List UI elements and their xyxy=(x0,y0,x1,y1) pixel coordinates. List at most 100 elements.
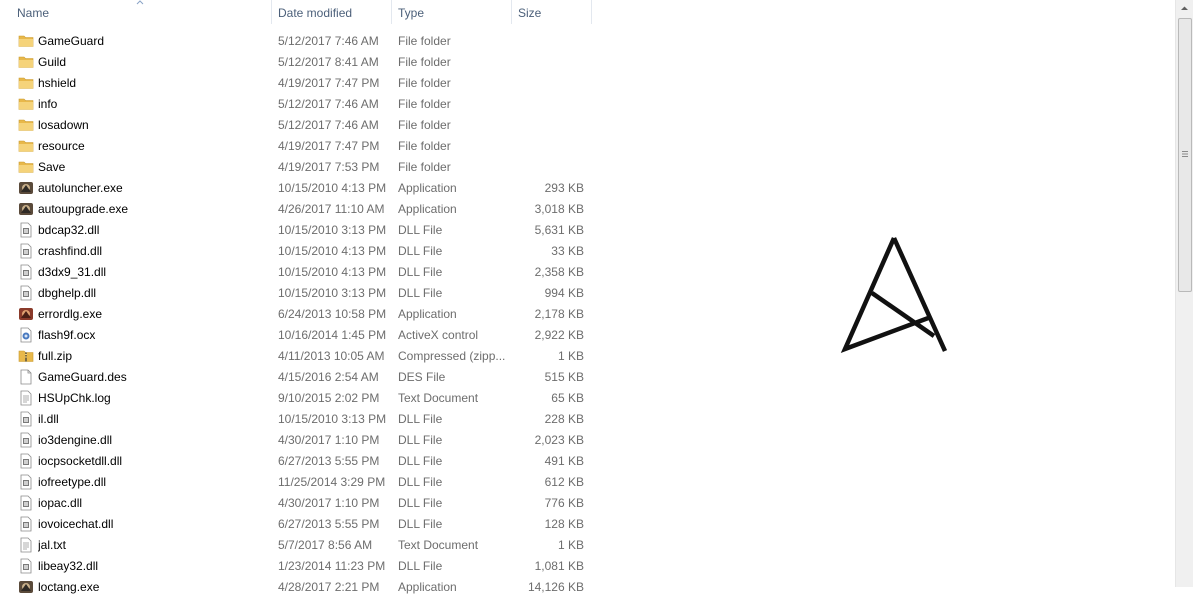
file-date-modified: 5/7/2017 8:56 AM xyxy=(278,538,373,552)
file-size: 3,018 KB xyxy=(534,202,584,216)
file-name: Save xyxy=(38,160,66,174)
file-date-modified: 10/15/2010 4:13 PM xyxy=(278,265,387,279)
file-row[interactable]: Guild 5/12/2017 8:41 AM File folder xyxy=(0,52,1175,73)
file-size xyxy=(514,73,584,94)
file-row[interactable]: iofreetype.dll 11/25/2014 3:29 PM DLL File… xyxy=(0,472,1175,493)
file-name: resource xyxy=(38,139,85,153)
file-row[interactable]: Save 4/19/2017 7:53 PM File folder xyxy=(0,157,1175,178)
column-header-name-label: Name xyxy=(17,6,50,20)
file-name: iovoicechat.dll xyxy=(38,517,114,531)
file-size: 515 KB xyxy=(544,370,584,384)
file-row[interactable]: autoupgrade.exe 4/26/2017 11:10 AM Applica… xyxy=(0,199,1175,220)
file-row[interactable]: iopac.dll 4/30/2017 1:10 PM DLL File 776 KB xyxy=(0,493,1175,514)
file-name: GameGuard xyxy=(38,34,105,48)
column-header-date-modified[interactable]: Date modified xyxy=(272,0,392,26)
file-row[interactable]: io3dengine.dll 4/30/2017 1:10 PM DLL File 2… xyxy=(0,430,1175,451)
file-type: Application xyxy=(398,307,457,321)
app-icon xyxy=(18,201,34,217)
file-date-modified: 10/15/2010 3:13 PM xyxy=(278,223,387,237)
blank-file-icon xyxy=(18,369,34,385)
dll-icon xyxy=(18,243,34,259)
file-row[interactable]: loctang.exe 4/28/2017 2:21 PM Application 1… xyxy=(0,577,1175,598)
folder-icon xyxy=(18,159,34,175)
file-row[interactable]: crashfind.dll 10/15/2010 4:13 PM DLL File 3… xyxy=(0,241,1175,262)
file-name: d3dx9_31.dll xyxy=(38,265,107,279)
file-date-modified: 4/28/2017 2:21 PM xyxy=(278,580,380,594)
file-date-modified: 6/27/2013 5:55 PM xyxy=(278,517,380,531)
text-file-icon xyxy=(18,537,34,553)
file-size: 65 KB xyxy=(551,391,584,405)
file-row[interactable]: dbghelp.dll 10/15/2010 3:13 PM DLL File 994… xyxy=(0,283,1175,304)
dll-icon xyxy=(18,432,34,448)
column-separator[interactable] xyxy=(591,0,592,24)
file-row[interactable]: resource 4/19/2017 7:47 PM File folder xyxy=(0,136,1175,157)
zip-icon xyxy=(18,348,34,364)
file-size: 33 KB xyxy=(551,244,584,258)
vertical-scrollbar[interactable] xyxy=(1175,0,1193,587)
file-size xyxy=(514,115,584,136)
file-row[interactable]: autoluncher.exe 10/15/2010 4:13 PM Applica… xyxy=(0,178,1175,199)
file-type: DLL File xyxy=(398,244,443,258)
file-type: File folder xyxy=(398,160,451,174)
file-row[interactable]: hshield 4/19/2017 7:47 PM File folder xyxy=(0,73,1175,94)
file-name: dbghelp.dll xyxy=(38,286,97,300)
file-size: 228 KB xyxy=(544,412,584,426)
file-row[interactable]: HSUpChk.log 9/10/2015 2:02 PM Text Documen… xyxy=(0,388,1175,409)
file-type: DLL File xyxy=(398,454,443,468)
file-row[interactable]: d3dx9_31.dll 10/15/2010 4:13 PM DLL File 2,… xyxy=(0,262,1175,283)
file-row[interactable]: GameGuard 5/12/2017 7:46 AM File folder xyxy=(0,31,1175,52)
file-type: File folder xyxy=(398,97,451,111)
file-type: Text Document xyxy=(398,391,479,405)
folder-icon xyxy=(18,75,34,91)
file-size: 5,631 KB xyxy=(534,223,584,237)
app-icon xyxy=(18,180,34,196)
dll-icon xyxy=(18,222,34,238)
column-header-size[interactable]: Size xyxy=(512,0,592,26)
file-row[interactable]: iovoicechat.dll 6/27/2013 5:55 PM DLL File… xyxy=(0,514,1175,535)
file-date-modified: 10/15/2010 3:13 PM xyxy=(278,412,387,426)
file-name: iocpsocketdll.dll xyxy=(38,454,123,468)
file-type: Compressed (zipp... xyxy=(398,349,506,363)
dll-icon xyxy=(18,495,34,511)
file-size: 2,023 KB xyxy=(534,433,584,447)
file-row[interactable]: bdcap32.dll 10/15/2010 3:13 PM DLL File 5,6… xyxy=(0,220,1175,241)
dll-icon xyxy=(18,285,34,301)
file-date-modified: 4/15/2016 2:54 AM xyxy=(278,370,379,384)
file-date-modified: 5/12/2017 7:46 AM xyxy=(278,97,379,111)
file-row[interactable]: iocpsocketdll.dll 6/27/2013 5:55 PM DLL Fi… xyxy=(0,451,1175,472)
file-date-modified: 4/26/2017 11:10 AM xyxy=(278,202,385,216)
scrollbar-thumb[interactable] xyxy=(1178,18,1192,292)
file-size xyxy=(514,52,584,73)
file-size: 2,178 KB xyxy=(534,307,584,321)
file-date-modified: 6/24/2013 10:58 PM xyxy=(278,307,387,321)
file-date-modified: 6/27/2013 5:55 PM xyxy=(278,454,380,468)
column-header-type-label: Type xyxy=(398,6,425,20)
triangle-logo-icon xyxy=(840,237,948,353)
dll-icon xyxy=(18,453,34,469)
file-row[interactable]: il.dll 10/15/2010 3:13 PM DLL File 228 KB xyxy=(0,409,1175,430)
file-row[interactable]: info 5/12/2017 7:46 AM File folder xyxy=(0,94,1175,115)
text-file-icon xyxy=(18,390,34,406)
file-size: 994 KB xyxy=(544,286,584,300)
folder-icon xyxy=(18,54,34,70)
file-row[interactable]: full.zip 4/11/2013 10:05 AM Compressed (zi… xyxy=(0,346,1175,367)
scroll-up-arrow-icon[interactable] xyxy=(1176,0,1193,17)
file-row[interactable]: errordlg.exe 6/24/2013 10:58 PM Applicatio… xyxy=(0,304,1175,325)
file-size xyxy=(514,31,584,52)
file-row[interactable]: libeay32.dll 1/23/2014 11:23 PM DLL File 1,… xyxy=(0,556,1175,577)
file-row[interactable]: flash9f.ocx 10/16/2014 1:45 PM ActiveX con… xyxy=(0,325,1175,346)
file-size: 293 KB xyxy=(544,181,584,195)
file-size: 1,081 KB xyxy=(534,559,584,573)
file-date-modified: 4/30/2017 1:10 PM xyxy=(278,496,380,510)
file-date-modified: 11/25/2014 3:29 PM xyxy=(278,475,386,489)
file-type: File folder xyxy=(398,139,451,153)
file-type: DLL File xyxy=(398,475,443,489)
file-name: hshield xyxy=(38,76,77,90)
file-name: errordlg.exe xyxy=(38,307,103,321)
file-name: jal.txt xyxy=(38,538,67,552)
file-row[interactable]: losadown 5/12/2017 7:46 AM File folder xyxy=(0,115,1175,136)
file-row[interactable]: jal.txt 5/7/2017 8:56 AM Text Document 1 KB xyxy=(0,535,1175,556)
error-app-icon xyxy=(18,306,34,322)
column-header-type[interactable]: Type xyxy=(392,0,512,26)
file-row[interactable]: GameGuard.des 4/15/2016 2:54 AM DES File 51… xyxy=(0,367,1175,388)
